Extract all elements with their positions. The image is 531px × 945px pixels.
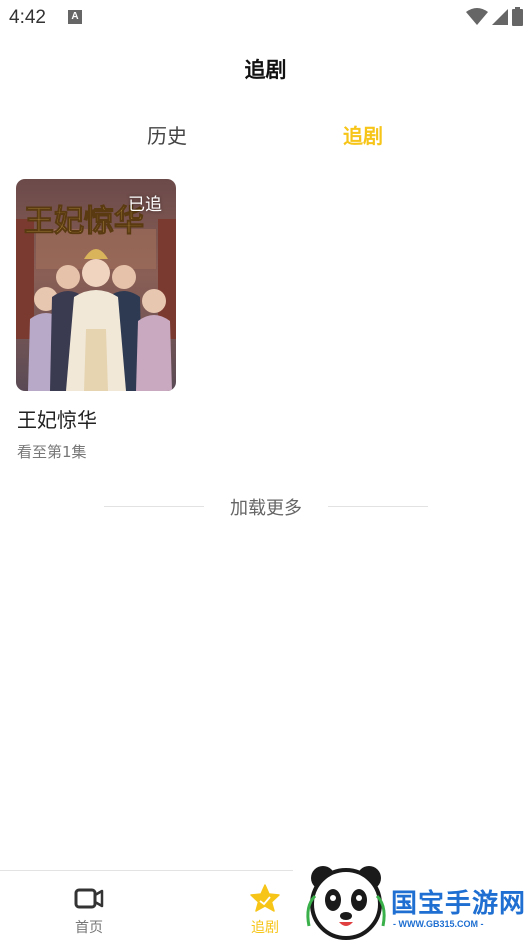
watermark-url: - WWW.GB315.COM - <box>393 919 484 929</box>
notification-icon: A <box>68 10 82 24</box>
drama-poster[interactable]: 王妃惊华 已追 <box>16 179 176 391</box>
wifi-icon <box>466 8 488 25</box>
drama-title[interactable]: 王妃惊华 <box>17 404 97 433</box>
divider-right <box>328 506 428 507</box>
tab-follow[interactable]: 追剧 <box>343 120 383 149</box>
signal-icon <box>492 9 508 25</box>
tab-history[interactable]: 历史 <box>147 120 187 149</box>
drama-card[interactable]: 王妃惊华 已追 王妃惊华 看至第1集 <box>16 179 176 461</box>
star-icon <box>250 884 280 912</box>
nav-home-label: 首页 <box>75 920 103 936</box>
watch-progress: 看至第1集 <box>17 443 87 461</box>
page-title: 追剧 <box>244 58 287 82</box>
panda-logo <box>306 866 386 940</box>
status-bar: 4:42 A <box>0 0 531 36</box>
video-icon <box>74 888 104 909</box>
nav-home[interactable]: 首页 <box>49 871 129 945</box>
load-more[interactable]: 加载更多 <box>104 494 428 520</box>
battery-icon <box>512 7 523 26</box>
followed-badge: 已追 <box>128 195 162 215</box>
watermark-text: 国宝手游网 <box>391 889 527 919</box>
status-time: 4:42 <box>9 7 46 28</box>
poster-title: 王妃惊华 <box>24 204 144 239</box>
load-more-label[interactable]: 加载更多 <box>104 494 428 520</box>
watermark: 国宝手游网 - WWW.GB315.COM - <box>293 856 531 945</box>
status-icons <box>466 7 523 26</box>
